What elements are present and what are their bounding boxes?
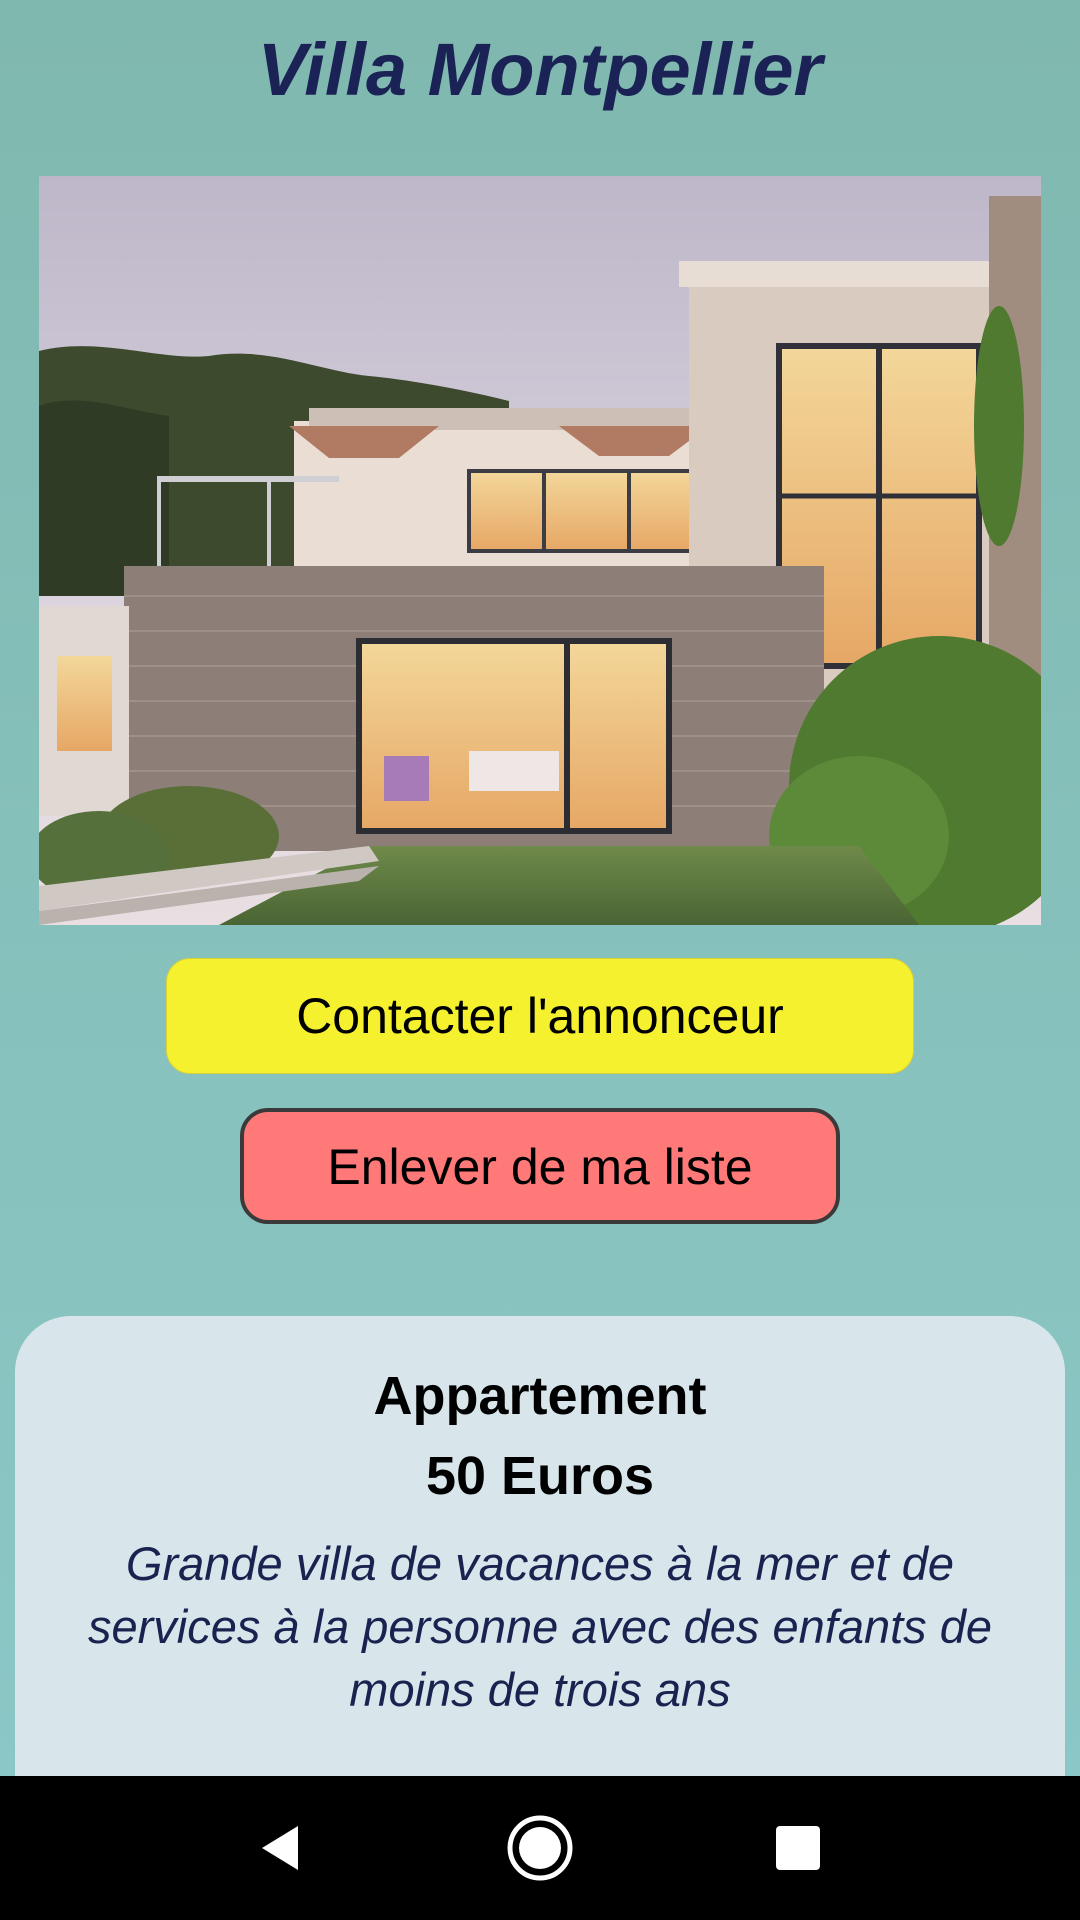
listing-price: 50 Euros [425,1446,655,1506]
recent-apps-square-icon [776,1826,820,1870]
listing-detail-screen: Villa Montpellier Contacter l'annonceur … [0,0,1080,1776]
back-triangle-icon [262,1826,298,1870]
home-button[interactable] [470,1776,610,1920]
remove-from-list-button[interactable]: Enlever de ma liste [240,1108,840,1224]
home-circle-icon [507,1815,573,1881]
listing-info-card: Appartement 50 Euros Grande villa de vac… [15,1316,1065,1776]
recent-apps-button[interactable] [728,1776,868,1920]
page-title: Villa Montpellier [257,28,823,111]
listing-type: Appartement [373,1366,707,1426]
system-navigation-bar [0,1776,1080,1920]
villa-photo [39,176,1041,925]
back-button[interactable] [210,1776,350,1920]
villa-photo-illustration [39,176,1041,925]
listing-description: Grande villa de vacances à la mer et de … [88,1537,992,1716]
contact-advertiser-button[interactable]: Contacter l'annonceur [166,958,914,1074]
